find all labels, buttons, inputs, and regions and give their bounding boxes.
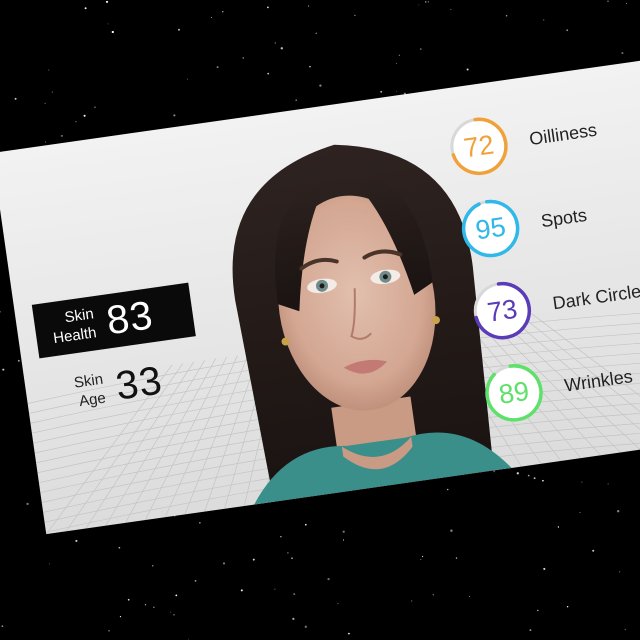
skin-health-panel: Skin Health 83: [31, 282, 196, 359]
skin-analysis-card: Skin Health 83 Skin Age 33 72 Oilliness …: [0, 60, 640, 535]
skin-health-value: 83: [103, 292, 156, 343]
oilliness-score-ring: 72: [444, 111, 514, 181]
dark-circle-score: 73: [485, 293, 520, 328]
oilliness-score: 72: [461, 129, 496, 164]
screen: Skin Health 83 Skin Age 33 72 Oilliness …: [0, 0, 640, 640]
spots-score-ring: 95: [456, 193, 526, 263]
skin-age-label: Skin Age: [42, 370, 107, 416]
wrinkles-score-ring: 89: [479, 358, 549, 428]
wrinkles-score: 89: [497, 375, 531, 410]
skin-age-value: 33: [113, 358, 166, 409]
skin-health-label: Skin Health: [33, 304, 98, 350]
dark-circle-score-ring: 73: [467, 276, 537, 346]
wrinkles-label: Wrinkles: [563, 365, 634, 396]
oilliness-label: Oilliness: [527, 119, 599, 149]
dark-circle-label: Dark Circle: [551, 280, 640, 313]
spots-label: Spots: [539, 204, 589, 231]
spots-score: 95: [473, 211, 508, 246]
